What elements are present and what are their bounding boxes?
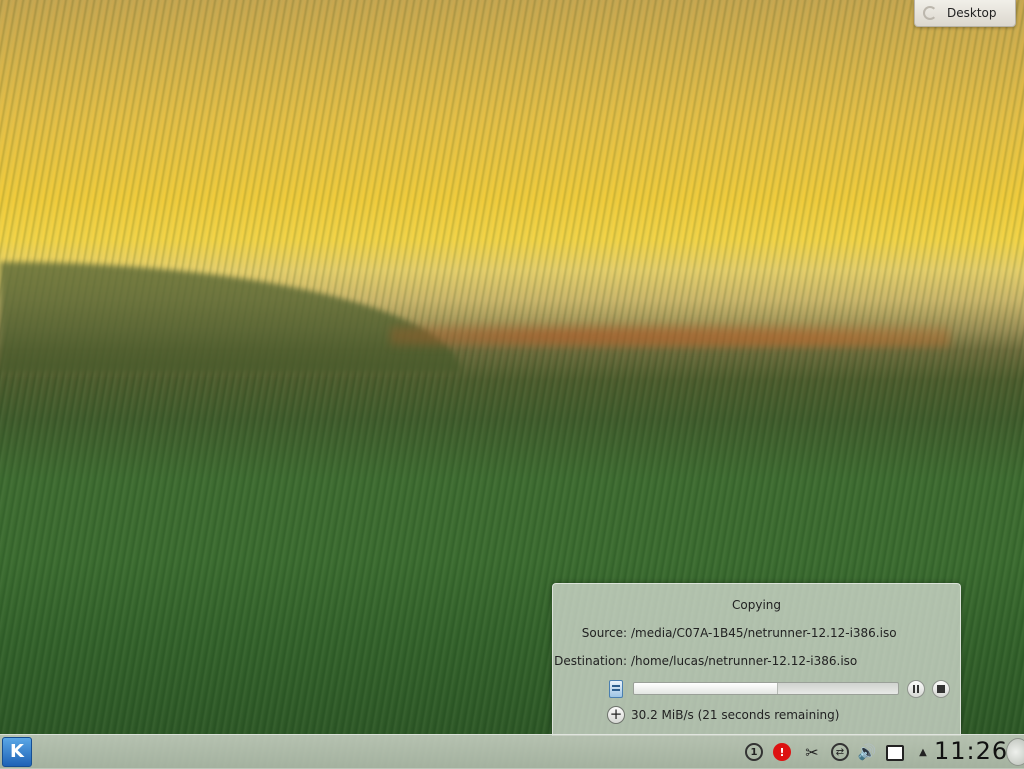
network-icon[interactable]: ⇄ (831, 743, 849, 761)
desktop-toolbox-label: Desktop (947, 6, 997, 20)
pause-button[interactable] (907, 680, 925, 698)
source-label: Source: (581, 626, 627, 640)
updates-icon[interactable]: 1 (745, 743, 763, 761)
stop-icon (937, 685, 945, 693)
copy-progress-fill (634, 683, 778, 694)
source-path: /media/C07A-1B45/netrunner-12.12-i386.is… (631, 626, 897, 640)
desktop-toolbox-icon (923, 6, 937, 20)
wallpaper-hill (0, 262, 460, 372)
printer-icon[interactable] (886, 745, 904, 761)
notifications-icon[interactable]: ! (773, 743, 791, 761)
taskbar-panel: K 1 ! ✂ ⇄ 🔊 ▲ 11:26 (0, 734, 1024, 769)
transfer-speed: 30.2 MiB/s (21 seconds remaining) (631, 708, 840, 722)
application-launcher-button[interactable]: K (2, 737, 32, 767)
volume-icon[interactable]: 🔊 (858, 743, 877, 761)
clipboard-icon[interactable]: ✂ (803, 743, 821, 762)
clock[interactable]: 11:26 (934, 737, 1008, 765)
wallpaper-treeline (390, 318, 950, 348)
destination-label: Destination: (554, 654, 627, 668)
expand-details-button[interactable]: + (607, 706, 625, 724)
destination-path: /home/lucas/netrunner-12.12-i386.iso (631, 654, 858, 668)
panel-toolbox-button[interactable] (1006, 738, 1024, 766)
desktop-toolbox-button[interactable]: Desktop (914, 0, 1016, 27)
job-title: Copying (732, 598, 781, 612)
copy-job-notification: Copying Source: /media/C07A-1B45/netrunn… (552, 583, 961, 736)
stop-button[interactable] (932, 680, 950, 698)
tray-expand-arrow-icon[interactable]: ▲ (914, 743, 932, 761)
file-icon (609, 680, 623, 698)
pause-icon (913, 685, 919, 693)
copy-progress-bar (633, 682, 899, 695)
